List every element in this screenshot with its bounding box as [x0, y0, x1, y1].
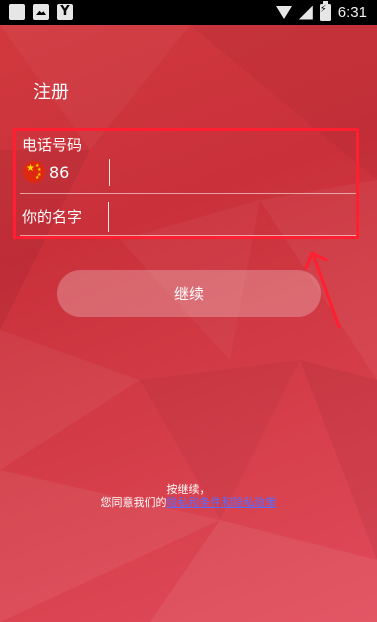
name-input[interactable] [108, 202, 358, 232]
terms-link[interactable]: 隐私和条件和隐私政策 [167, 496, 277, 509]
china-flag-icon[interactable]: ★ ★ ★ ★ ★ [23, 161, 45, 183]
status-bar: Y 6:31 [0, 0, 377, 25]
status-time: 6:31 [337, 4, 367, 21]
name-field-row: 你的名字 [20, 197, 358, 236]
terms-prefix: 您同意我们的 [100, 496, 167, 509]
terms-line-2: 您同意我们的隐私和条件和隐私政策 [0, 494, 377, 510]
phone-field-row: ★ ★ ★ ★ ★ 86 [20, 156, 357, 194]
wifi-icon [275, 6, 292, 19]
phone-label: 电话号码 [22, 136, 83, 154]
page-title: 注册 [33, 82, 69, 103]
phone-input[interactable] [115, 158, 354, 190]
continue-button[interactable]: 继续 [57, 270, 321, 317]
signal-icon [298, 5, 313, 20]
name-label: 你的名字 [22, 208, 83, 226]
square-icon [9, 4, 25, 20]
country-code[interactable]: 86 [49, 163, 69, 182]
y-app-icon: Y [57, 4, 73, 20]
battery-icon [319, 1, 331, 21]
image-icon [33, 4, 49, 20]
field-divider [109, 159, 110, 186]
